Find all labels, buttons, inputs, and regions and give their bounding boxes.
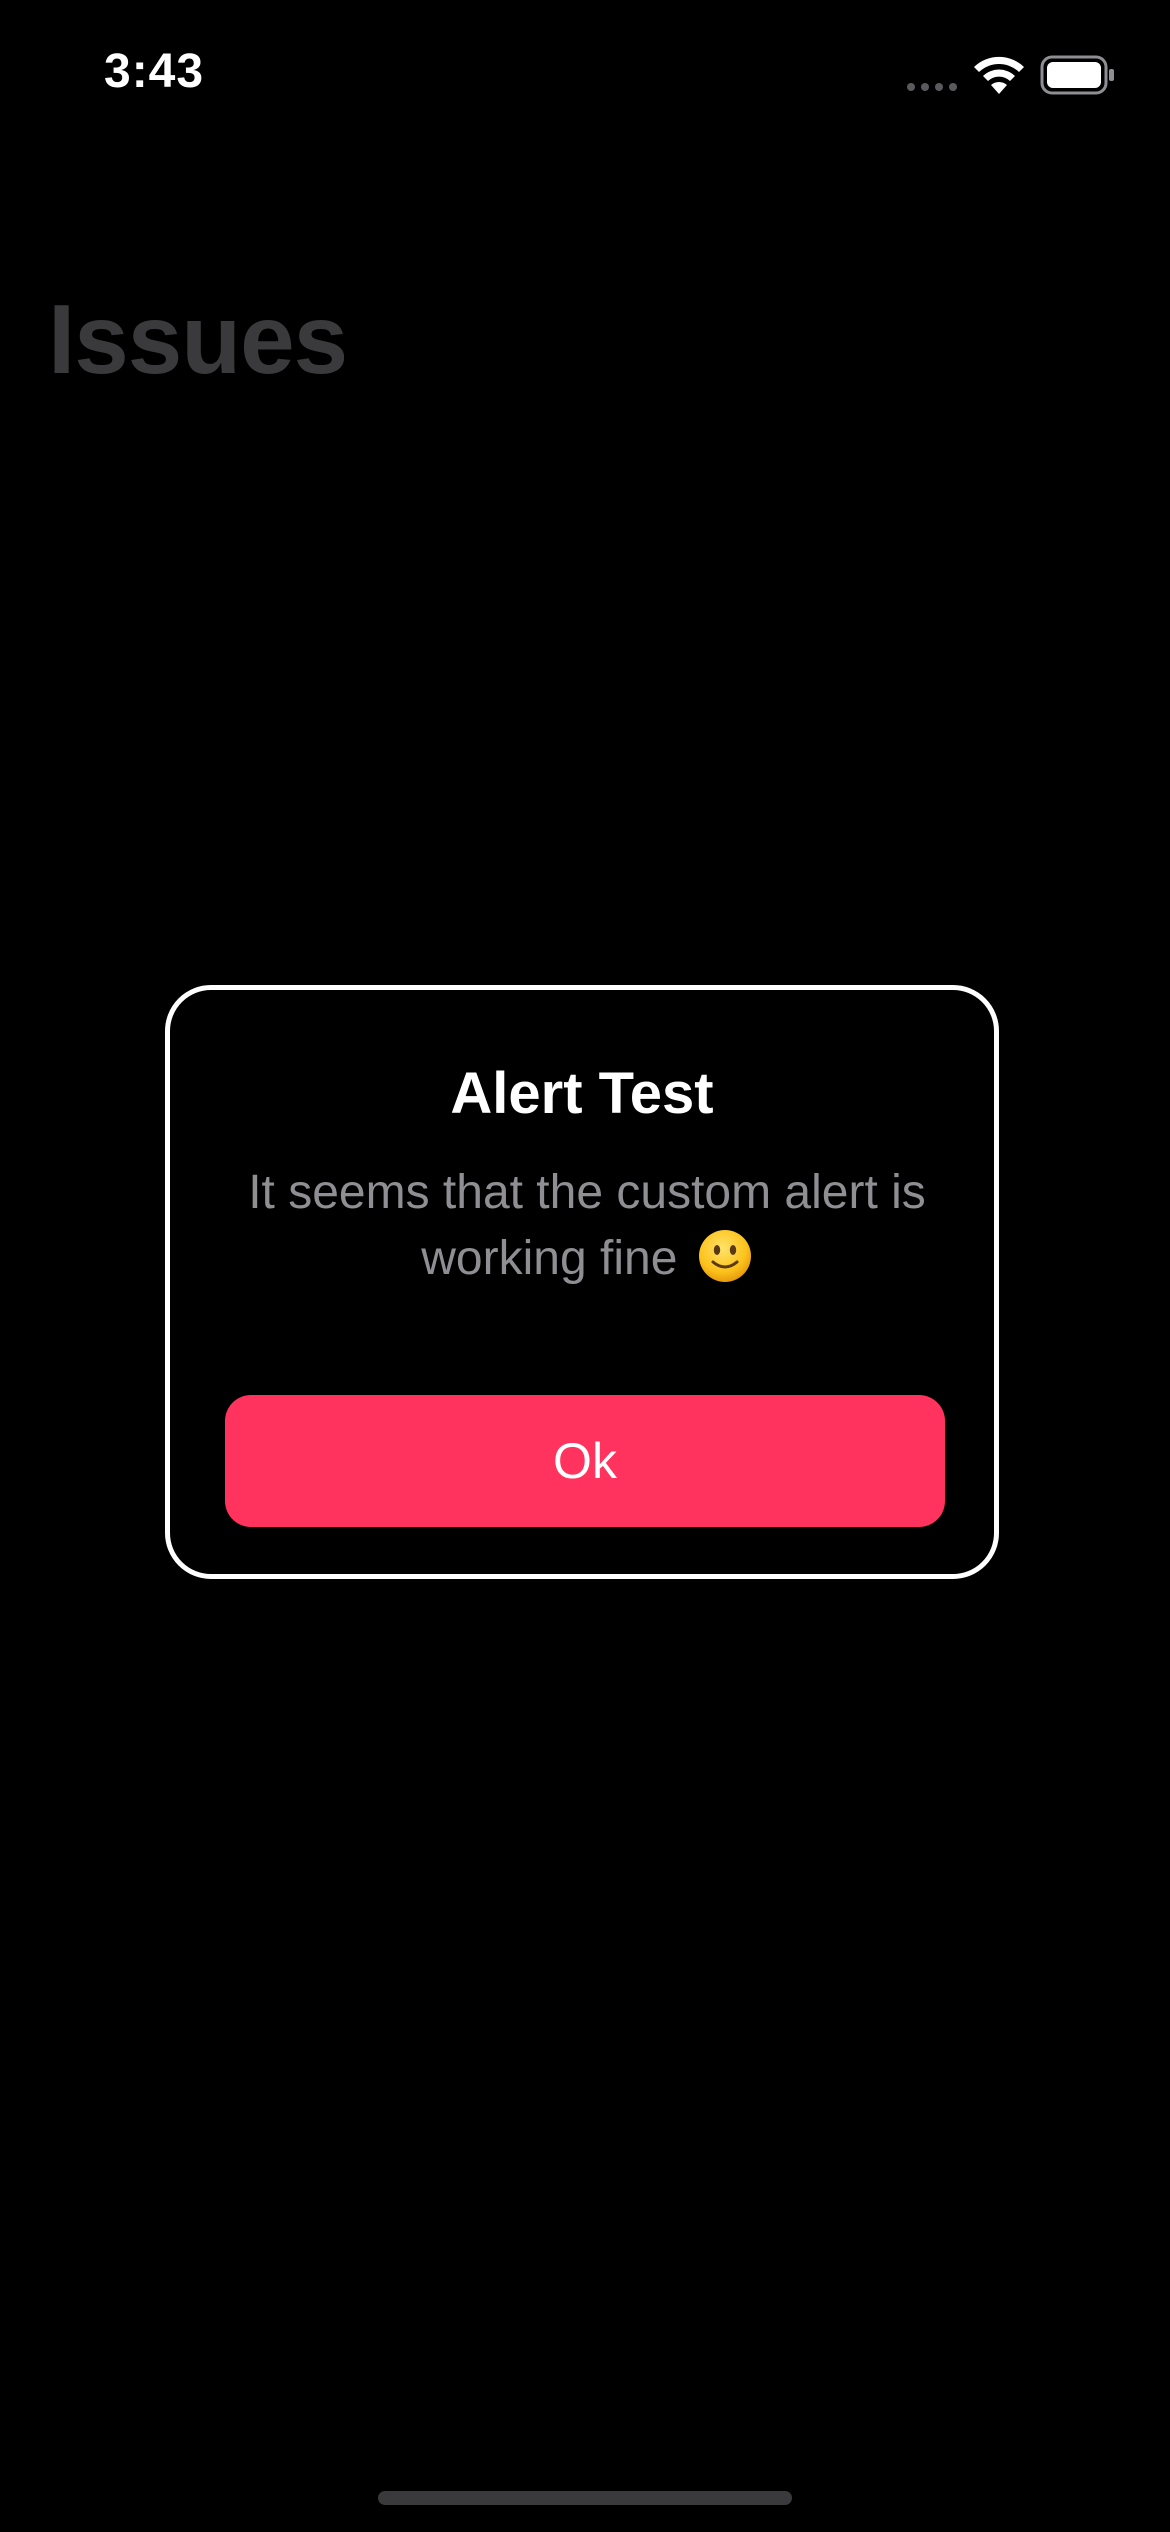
alert-title: Alert Test [450,1061,714,1126]
slightly-smiling-face-icon [698,1230,751,1282]
alert-dialog: Alert Test It seems that the custom aler… [165,985,999,1579]
alert-message-text: It seems that the custom alert is workin… [248,1166,926,1285]
alert-message: It seems that the custom alert is workin… [210,1160,964,1292]
home-indicator[interactable] [378,2491,792,2505]
ok-button[interactable]: Ok [225,1395,945,1527]
